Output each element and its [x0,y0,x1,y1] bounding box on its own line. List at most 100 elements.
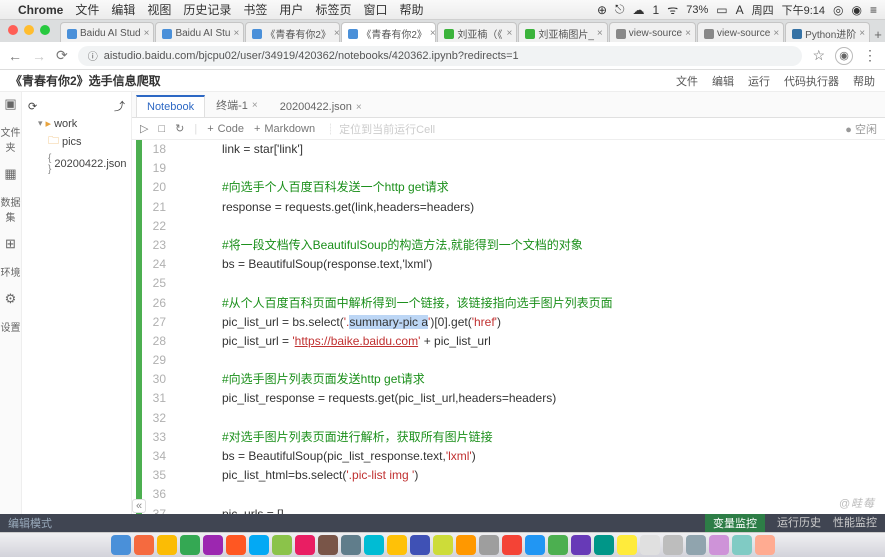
close-tab-icon[interactable]: × [334,28,340,39]
nb-menu-edit[interactable]: 编辑 [712,73,734,89]
locate-cell-button[interactable]: ┊ 定位到当前运行Cell [325,121,435,137]
close-nbtab-icon[interactable]: × [252,100,258,111]
dock-app-icon[interactable] [640,535,660,555]
browser-tab[interactable]: 刘亚楠（《× [437,22,517,42]
back-button[interactable]: ← [8,48,22,64]
code-area[interactable]: 18 19 20 21 22 23 24 25 26 27 28 29 30 3… [132,140,885,514]
notification-icon[interactable]: ≡ [870,3,877,17]
browser-tab[interactable]: 《青春有你2》× [245,22,340,42]
rail-settings[interactable]: 设置 [1,319,21,334]
dock-app-icon[interactable] [272,535,292,555]
add-cell-button[interactable]: +Code [207,123,244,135]
close-window-button[interactable] [8,25,18,35]
input-icon[interactable]: A [736,3,744,17]
siri-icon[interactable]: ◉ [852,3,862,17]
dock-app-icon[interactable] [226,535,246,555]
rail-settings-icon[interactable]: ⚙ [5,291,17,307]
dock-app-icon[interactable] [479,535,499,555]
close-tab-icon[interactable]: × [234,28,240,39]
dock-app-icon[interactable] [732,535,752,555]
tree-folder[interactable]: 🗀 pics [28,131,125,152]
menu-history[interactable]: 历史记录 [183,1,231,18]
browser-tab[interactable]: view-source× [697,22,784,42]
menu-help[interactable]: 帮助 [399,1,423,18]
dock-app-icon[interactable] [364,535,384,555]
menu-bookmarks[interactable]: 书签 [243,1,267,18]
dock-app-icon[interactable] [617,535,637,555]
dock-app-icon[interactable] [203,535,223,555]
nb-menu-help[interactable]: 帮助 [853,73,875,89]
wifi-icon[interactable]: ᯤ [667,1,678,18]
dock-app-icon[interactable] [410,535,430,555]
dock-app-icon[interactable] [709,535,729,555]
dock-app-icon[interactable] [548,535,568,555]
add-md-button[interactable]: +Markdown [254,123,315,135]
menu-edit[interactable]: 编辑 [111,1,135,18]
close-tab-icon[interactable]: × [430,28,436,39]
dock-app-icon[interactable] [111,535,131,555]
app-name[interactable]: Chrome [18,3,63,17]
nb-menu-kernel[interactable]: 代码执行器 [784,73,839,89]
browser-tab[interactable]: Baidu AI Stu× [155,22,244,42]
status-ext-icon[interactable]: ◎ [833,3,843,17]
maximize-window-button[interactable] [40,25,50,35]
chrome-menu-button[interactable]: ⋮ [863,47,877,64]
perf-monitor-tab[interactable]: 性能监控 [833,514,877,532]
nb-menu-file[interactable]: 文件 [676,73,698,89]
new-tab-button[interactable]: + [871,27,885,42]
status-icon[interactable]: ⎋ [615,2,625,17]
menu-tab[interactable]: 标签页 [315,1,351,18]
close-tab-icon[interactable]: × [773,28,779,39]
browser-tab[interactable]: 刘亚楠图片_× [518,22,607,42]
browser-tab[interactable]: Python进阶× [785,22,870,42]
run-history-tab[interactable]: 运行历史 [777,514,821,532]
notebook-tab[interactable]: 20200422.json× [269,96,373,117]
dock-app-icon[interactable] [433,535,453,555]
dock-app-icon[interactable] [502,535,522,555]
rail-dataset[interactable]: 数据集 [0,194,21,224]
dock-app-icon[interactable] [341,535,361,555]
refresh-tree-button[interactable]: ⟳ [28,100,37,113]
close-tab-icon[interactable]: × [685,28,691,39]
tree-root[interactable]: ▾ ▸ work [28,116,125,131]
minimize-window-button[interactable] [24,25,34,35]
dock-app-icon[interactable] [755,535,775,555]
forward-button[interactable]: → [32,48,46,64]
dock-app-icon[interactable] [157,535,177,555]
run-cell-button[interactable]: ▷ [140,122,148,135]
dock-app-icon[interactable] [295,535,315,555]
dock-app-icon[interactable] [594,535,614,555]
status-cloud-icon[interactable]: ☁ [633,3,645,17]
close-tab-icon[interactable]: × [859,28,865,39]
close-nbtab-icon[interactable]: × [356,102,362,113]
site-info-icon[interactable]: ⓘ [88,48,98,63]
dock-app-icon[interactable] [456,535,476,555]
menu-people[interactable]: 用户 [279,1,303,18]
dock-app-icon[interactable] [663,535,683,555]
bookmark-button[interactable]: ☆ [812,47,825,64]
stop-button[interactable]: □ [158,123,165,135]
rail-env[interactable]: 环境 [1,264,21,279]
reload-button[interactable]: ⟳ [56,47,68,64]
dock-app-icon[interactable] [686,535,706,555]
dock-app-icon[interactable] [387,535,407,555]
menu-file[interactable]: 文件 [75,1,99,18]
menu-window[interactable]: 窗口 [363,1,387,18]
rail-files[interactable]: 文件夹 [0,124,21,154]
tree-file[interactable]: { } 20200422.json [28,152,125,176]
collapse-sidebar-button[interactable]: « [132,499,146,513]
close-tab-icon[interactable]: × [507,28,513,39]
dock-app-icon[interactable] [571,535,591,555]
browser-tab[interactable]: 《青春有你2》× [341,22,436,42]
profile-button[interactable]: ◉ [835,47,853,65]
dock-app-icon[interactable] [249,535,269,555]
nb-menu-run[interactable]: 运行 [748,73,770,89]
rail-dataset-icon[interactable]: ▦ [4,166,16,182]
status-user[interactable]: 1 [653,3,660,17]
browser-tab[interactable]: view-source× [609,22,696,42]
rail-env-icon[interactable]: ⊞ [5,236,16,252]
notebook-tab[interactable]: Notebook [136,95,205,117]
status-icon[interactable]: ⊕ [597,3,607,17]
dock-app-icon[interactable] [180,535,200,555]
dock-app-icon[interactable] [525,535,545,555]
